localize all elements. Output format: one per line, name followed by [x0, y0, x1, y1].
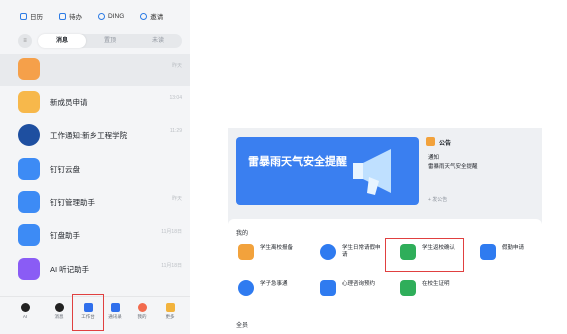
chat-name: 工作通知:新乡工程学院: [50, 131, 128, 140]
announcement-banner[interactable]: 雷暴雨天气安全提醒: [236, 137, 419, 205]
nav-label: 我的: [137, 314, 147, 319]
chat-avatar: [18, 191, 40, 213]
chat-item[interactable]: 钉盘助手 11月18日: [0, 220, 190, 252]
chat-time: 11月18日: [161, 263, 182, 269]
chat-item[interactable]: 钉钉云盘: [0, 154, 190, 186]
chat-time: 昨天: [171, 63, 182, 69]
filter-tabs: 消息 置顶 未读: [38, 34, 182, 48]
highlight-box: [385, 238, 464, 272]
section-footer: 全员: [236, 323, 249, 329]
notice-icon: [426, 137, 435, 146]
counseling-icon: [320, 280, 336, 296]
highlight-box: [72, 294, 104, 331]
filter-icon[interactable]: ≡: [18, 34, 32, 48]
ding-shortcut[interactable]: DING: [98, 12, 125, 20]
chat-avatar: [18, 258, 40, 280]
contacts-icon: [110, 303, 120, 312]
notice-title: 通知: [428, 155, 440, 161]
chat-name: 钉钉云盘: [50, 165, 80, 174]
ai-icon: [20, 303, 30, 312]
invite-label: 邀请: [150, 14, 164, 21]
chat-avatar: [18, 124, 40, 146]
todo-shortcut[interactable]: 待办: [59, 11, 82, 21]
urgent-icon: [238, 280, 254, 296]
nav-label: 更多: [165, 314, 175, 319]
chat-item[interactable]: 工作通知:新乡工程学院 11:29: [0, 120, 190, 152]
message-filter: ≡ 消息 置顶 未读: [18, 34, 182, 48]
post-notice-link[interactable]: + 发公告: [428, 196, 447, 203]
app-label: 学生离校报备: [260, 245, 294, 251]
chat-item[interactable]: 新成员申请 13:04: [0, 87, 190, 119]
chat-name: AI 听记助手: [50, 265, 90, 274]
nav-label: 消息: [54, 314, 64, 319]
top-shortcuts: 日历 待办 DING 邀请: [0, 0, 190, 32]
chat-name: 钉盘助手: [50, 231, 80, 240]
leave-report-icon: [238, 244, 254, 260]
apps-card: 我的 全员: [228, 219, 542, 333]
megaphone-icon: [353, 149, 391, 195]
nav-more[interactable]: 更多: [159, 303, 181, 320]
attendance-icon: [480, 244, 496, 260]
chat-time: 11月18日: [161, 229, 182, 235]
invite-icon: [140, 12, 148, 20]
nav-label: AI: [22, 314, 28, 319]
ding-label: DING: [108, 12, 125, 20]
chat-item[interactable]: 钉钉管理助手 昨天: [0, 187, 190, 219]
message-icon: [54, 303, 64, 312]
chat-time: 13:04: [169, 95, 182, 101]
left-panel: 日历 待办 DING 邀请 ≡ 消息 置顶 未读 昨天 新成员申请 13:04 …: [0, 0, 190, 334]
nav-contacts[interactable]: 通讯录: [104, 303, 126, 320]
chat-avatar: [18, 158, 40, 180]
app-label: 假勤申请: [502, 245, 525, 251]
calendar-shortcut[interactable]: 日历: [20, 11, 43, 21]
certificate-icon: [400, 280, 416, 296]
chat-avatar: [18, 91, 40, 113]
chat-avatar: [18, 58, 40, 80]
chat-item[interactable]: AI 听记助手 11月18日: [0, 254, 190, 286]
notice-subtitle: 雷暴雨天气安全提醒: [428, 164, 478, 170]
banner-title: 雷暴雨天气安全提醒: [248, 156, 347, 168]
chat-avatar: [18, 224, 40, 246]
tab-unread[interactable]: 未读: [134, 34, 182, 48]
chat-time: 11:29: [169, 128, 182, 134]
section-title: 我的: [236, 231, 249, 237]
notice-panel[interactable]: 公告 通知 雷暴雨天气安全提醒 + 发公告: [426, 137, 526, 205]
app-label: 心理咨询预约: [342, 281, 376, 287]
calendar-label: 日历: [30, 14, 43, 21]
nav-mine[interactable]: 我的: [131, 303, 153, 320]
chat-name: 钉钉管理助手: [50, 198, 95, 207]
chat-item[interactable]: 昨天: [0, 54, 190, 86]
tab-messages[interactable]: 消息: [38, 34, 86, 48]
calendar-icon: [20, 12, 27, 20]
profile-icon: [137, 303, 147, 312]
more-icon: [165, 303, 175, 312]
app-label: 学生日常请假申请: [342, 245, 381, 258]
chat-time: 昨天: [171, 196, 182, 202]
nav-ai[interactable]: AI: [14, 303, 36, 319]
app-label: 学子急事通: [260, 281, 288, 287]
chat-name: 新成员申请: [50, 98, 88, 107]
ding-icon: [98, 12, 105, 20]
tab-pinned[interactable]: 置顶: [86, 34, 134, 48]
invite-shortcut[interactable]: 邀请: [140, 11, 163, 21]
notice-badge: 公告: [439, 141, 452, 147]
todo-icon: [59, 12, 66, 20]
clock-icon: [320, 244, 336, 260]
nav-messages[interactable]: 消息: [48, 303, 70, 320]
nav-label: 通讯录: [108, 314, 122, 319]
todo-label: 待办: [69, 14, 82, 21]
app-label: 在校生证明: [422, 281, 450, 287]
